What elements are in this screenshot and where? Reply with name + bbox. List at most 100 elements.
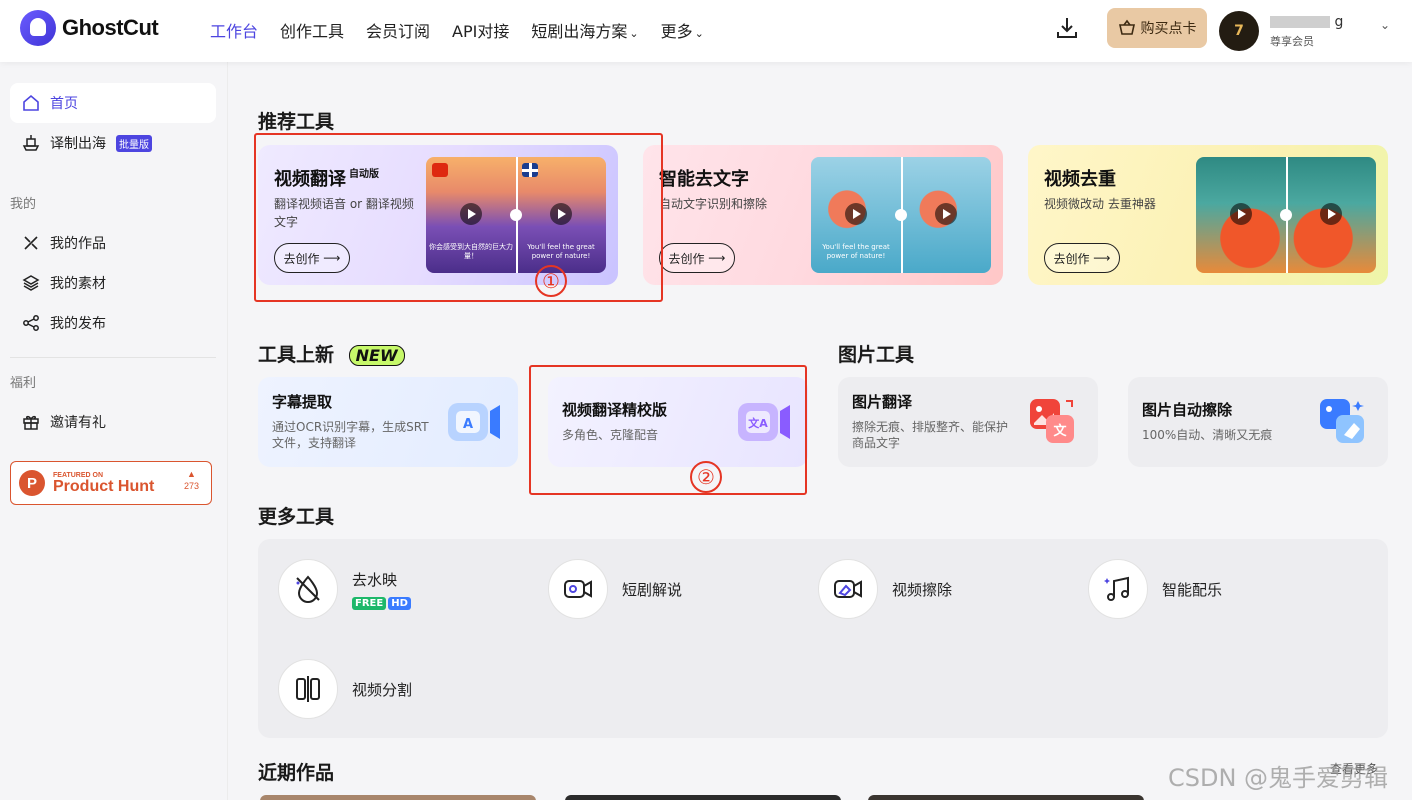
nav-membership[interactable]: 会员订阅 bbox=[366, 18, 430, 42]
sidebar-item-my-works[interactable]: 我的作品 bbox=[10, 223, 216, 263]
svg-text:文: 文 bbox=[1053, 423, 1067, 439]
recent-work-thumbnail[interactable] bbox=[260, 795, 536, 800]
product-hunt-votes: ▲ 273 bbox=[184, 468, 199, 492]
card-remove-text[interactable]: 智能去文字 自动文字识别和擦除 去创作 ⟶ You'll feel the gr… bbox=[643, 145, 1003, 285]
play-icon[interactable] bbox=[845, 203, 867, 225]
basket-icon bbox=[1118, 19, 1135, 35]
user-level: 尊享会员 bbox=[1270, 35, 1314, 48]
sidebar-group-mine: 我的 bbox=[10, 197, 37, 212]
hd-badge: HD bbox=[388, 596, 411, 610]
subtitle-extract-icon: A bbox=[448, 403, 500, 441]
music-icon bbox=[1088, 559, 1148, 619]
sidebar-group-benefit: 福利 bbox=[10, 376, 37, 391]
new-badge: NEW bbox=[348, 345, 405, 366]
tool-smart-music[interactable]: 智能配乐 bbox=[1088, 559, 1222, 619]
main-nav: 工作台 创作工具 会员订阅 API对接 短剧出海方案 ⌄ 更多 ⌄ bbox=[210, 18, 704, 42]
image-translate-icon: 文 bbox=[1030, 399, 1074, 443]
go-create-button[interactable]: 去创作 ⟶ bbox=[1044, 243, 1120, 273]
highlight-box-2 bbox=[529, 365, 807, 495]
tool-drama-narration[interactable]: 短剧解说 bbox=[548, 559, 682, 619]
chevron-down-icon[interactable]: ⌄ bbox=[1380, 18, 1390, 32]
sidebar-item-label: 我的素材 bbox=[50, 276, 106, 292]
avatar[interactable]: 7 bbox=[1219, 11, 1259, 51]
play-icon[interactable] bbox=[1320, 203, 1342, 225]
card-title: 字幕提取 bbox=[272, 393, 333, 411]
sidebar-divider bbox=[10, 357, 216, 358]
card-dedupe[interactable]: 视频去重 视频微改动 去重神器 去创作 ⟶ bbox=[1028, 145, 1388, 285]
card-desc: 100%自动、清晰又无痕 bbox=[1142, 428, 1273, 442]
image-erase-icon bbox=[1320, 399, 1364, 443]
share-icon bbox=[23, 315, 39, 331]
tool-label: 去水映 bbox=[352, 570, 398, 589]
card-image-translate[interactable]: 图片翻译 擦除无痕、排版整齐、能保护商品文字 文 bbox=[838, 377, 1098, 467]
annotation-number-1: ① bbox=[535, 265, 567, 297]
recent-work-thumbnail[interactable] bbox=[565, 795, 841, 800]
download-icon[interactable] bbox=[1056, 16, 1078, 40]
user-name[interactable]: g bbox=[1270, 14, 1343, 30]
go-create-button[interactable]: 去创作 ⟶ bbox=[659, 243, 735, 273]
tool-remove-watermark[interactable]: 去水映 FREE HD bbox=[278, 559, 411, 619]
section-title-new-tools: 工具上新 NEW bbox=[258, 340, 405, 367]
chevron-down-icon: ⌄ bbox=[629, 27, 639, 40]
brand-name: GhostCut bbox=[62, 15, 159, 40]
tool-label-group: 去水映 FREE HD bbox=[352, 569, 411, 610]
vote-count: 273 bbox=[183, 481, 199, 491]
more-tools-panel: 去水映 FREE HD 短剧解说 视频擦除 智能配乐 视频分割 bbox=[258, 539, 1388, 738]
sidebar-item-label: 邀请有礼 bbox=[50, 415, 106, 431]
go-create-label: 去创作 bbox=[668, 251, 705, 266]
card-title: 智能去文字 bbox=[659, 169, 749, 190]
tool-label: 智能配乐 bbox=[1162, 580, 1223, 599]
tool-label: 视频分割 bbox=[352, 680, 413, 699]
sidebar-item-home[interactable]: 首页 bbox=[10, 83, 216, 123]
card-desc: 擦除无痕、排版整齐、能保护商品文字 bbox=[852, 420, 1009, 450]
product-hunt-icon: P bbox=[19, 470, 45, 496]
top-header: GhostCut 工作台 创作工具 会员订阅 API对接 短剧出海方案 ⌄ 更多 ⌄… bbox=[0, 0, 1412, 62]
sidebar-item-translation[interactable]: 译制出海 批量版 bbox=[10, 123, 216, 163]
sidebar-item-my-assets[interactable]: 我的素材 bbox=[10, 263, 216, 303]
tool-video-erase[interactable]: 视频擦除 bbox=[818, 559, 952, 619]
free-badge: FREE bbox=[352, 596, 387, 610]
buy-credits-label: 购买点卡 bbox=[1140, 21, 1197, 37]
narration-camera-icon bbox=[548, 559, 608, 619]
nav-more-label: 更多 bbox=[660, 22, 693, 41]
nav-api[interactable]: API对接 bbox=[452, 18, 509, 42]
buy-credits-button[interactable]: 购买点卡 bbox=[1107, 8, 1207, 48]
tool-video-split[interactable]: 视频分割 bbox=[278, 659, 412, 719]
card-title: 图片翻译 bbox=[852, 393, 913, 411]
sidebar-item-invite[interactable]: 邀请有礼 bbox=[10, 402, 216, 442]
preview-thumbnail[interactable] bbox=[1196, 157, 1376, 273]
compare-handle-icon[interactable] bbox=[895, 209, 907, 221]
card-desc: 视频微改动 去重神器 bbox=[1044, 197, 1156, 211]
recent-work-thumbnail[interactable] bbox=[868, 795, 1144, 800]
user-name-visible: g bbox=[1334, 14, 1344, 30]
go-create-label: 去创作 bbox=[1053, 251, 1090, 266]
layers-icon bbox=[22, 275, 40, 291]
product-hunt-badge[interactable]: P FEATURED ON Product Hunt ▲ 273 bbox=[10, 461, 212, 505]
ghostcut-logo[interactable]: GhostCut bbox=[20, 10, 159, 46]
translate-ship-icon bbox=[22, 135, 40, 151]
section-title-recommended: 推荐工具 bbox=[258, 111, 335, 133]
card-title: 视频去重 bbox=[1044, 169, 1116, 190]
csdn-watermark: CSDN @鬼手爱剪辑 bbox=[1168, 764, 1389, 792]
nav-short-drama[interactable]: 短剧出海方案 ⌄ bbox=[531, 18, 638, 42]
nav-creation-tools[interactable]: 创作工具 bbox=[280, 18, 344, 42]
card-image-auto-erase[interactable]: 图片自动擦除 100%自动、清晰又无痕 bbox=[1128, 377, 1388, 467]
highlight-box-1 bbox=[254, 133, 663, 302]
card-subtitle-extract[interactable]: 字幕提取 通过OCR识别字幕，生成SRT文件，支持翻译 A bbox=[258, 377, 518, 467]
nav-more[interactable]: 更多 ⌄ bbox=[661, 18, 704, 42]
sidebar: 首页 译制出海 批量版 我的 我的作品 我的素材 我的发布 福利 邀请有礼 P … bbox=[0, 62, 228, 800]
split-icon bbox=[278, 659, 338, 719]
svg-text:A: A bbox=[463, 417, 473, 432]
compare-handle-icon[interactable] bbox=[1280, 209, 1292, 221]
card-desc: 自动文字识别和擦除 bbox=[659, 197, 768, 211]
nav-workspace[interactable]: 工作台 bbox=[210, 18, 258, 42]
works-icon bbox=[24, 236, 38, 250]
play-icon[interactable] bbox=[935, 203, 957, 225]
preview-thumbnail[interactable]: You'll feel the great power of nature! bbox=[811, 157, 991, 273]
product-hunt-text: FEATURED ON Product Hunt bbox=[53, 472, 154, 495]
sidebar-item-my-posts[interactable]: 我的发布 bbox=[10, 303, 216, 343]
play-icon[interactable] bbox=[1230, 203, 1252, 225]
batch-badge: 批量版 bbox=[116, 134, 152, 152]
product-hunt-name: Product Hunt bbox=[53, 477, 155, 495]
caption-left: You'll feel the great power of nature! bbox=[822, 243, 890, 260]
